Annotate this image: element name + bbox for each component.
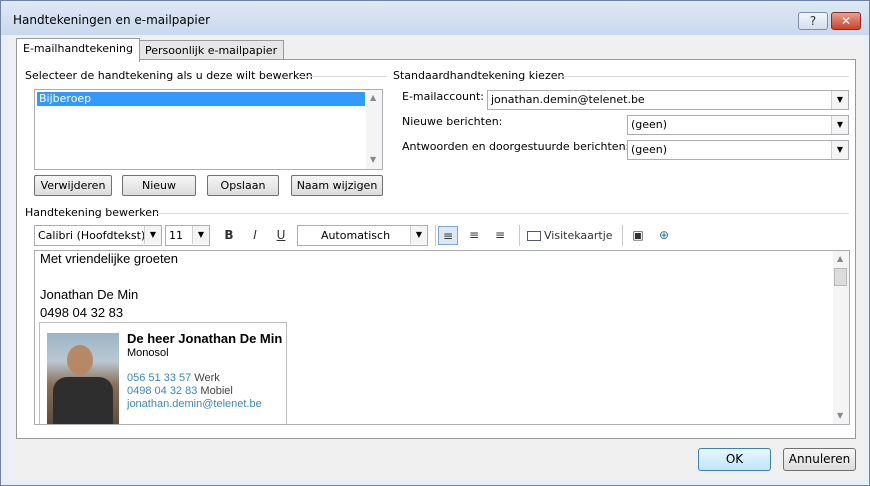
tab-email-signature-label: E-mailhandtekening xyxy=(23,42,133,55)
signature-editor[interactable]: Met vriendelijke groeten Jonathan De Min… xyxy=(34,250,850,425)
replies-select[interactable]: (geen) ▼ xyxy=(627,140,849,160)
title-bar: Handtekeningen en e-mailpapier ? ✕ xyxy=(1,1,869,35)
new-messages-label: Nieuwe berichten: xyxy=(402,115,503,128)
signature-greeting: Met vriendelijke groeten xyxy=(40,251,179,266)
new-messages-select[interactable]: (geen) ▼ xyxy=(627,115,849,135)
chevron-down-icon[interactable]: ▼ xyxy=(831,116,848,134)
card-mobile-phone: 0498 04 32 83 xyxy=(127,385,198,397)
rename-button[interactable]: Naam wijzigen xyxy=(291,175,383,196)
cancel-button[interactable]: Annuleren xyxy=(783,448,856,471)
italic-button[interactable]: I xyxy=(245,226,265,245)
card-company: Monosol xyxy=(127,347,169,359)
toolbar-separator xyxy=(519,225,520,246)
tab-email-signature[interactable]: E-mailhandtekening xyxy=(16,38,140,62)
dialog-body: E-mailhandtekening Persoonlijk e-mailpap… xyxy=(8,36,864,480)
edit-signature-label: Handtekening bewerken xyxy=(25,206,164,219)
signature-name: Jonathan De Min xyxy=(40,287,139,302)
signature-list-item[interactable]: Bijberoep xyxy=(37,92,365,106)
delete-button[interactable]: Verwijderen xyxy=(34,175,112,196)
font-select[interactable]: Calibri (Hoofdtekst) ▼ xyxy=(34,225,162,246)
font-size-select[interactable]: 11 ▼ xyxy=(165,225,210,246)
new-messages-value: (geen) xyxy=(631,118,668,131)
scroll-up-icon[interactable]: ▲ xyxy=(837,254,843,263)
business-card: De heer Jonathan De Min Monosol 056 51 3… xyxy=(39,322,287,424)
toolbar-separator xyxy=(435,225,436,246)
signature-list-scrollbar[interactable]: ▲ ▼ xyxy=(366,90,382,169)
business-card-button[interactable]: Visitekaartje xyxy=(527,226,617,245)
card-work-label: Werk xyxy=(194,372,220,384)
select-signature-label: Selecteer de handtekening als u deze wil… xyxy=(25,69,317,82)
signature-list[interactable]: Bijberoep ▲ ▼ xyxy=(34,89,383,170)
group-divider xyxy=(299,76,387,77)
photo-body xyxy=(53,377,113,424)
ok-button[interactable]: OK xyxy=(698,448,771,471)
bold-button[interactable]: B xyxy=(219,226,239,245)
new-button[interactable]: Nieuw xyxy=(122,175,196,196)
card-work-line: 056 51 33 57 Werk xyxy=(127,372,220,384)
font-size-value: 11 xyxy=(169,229,183,242)
group-divider xyxy=(157,213,849,214)
dialog-window: Handtekeningen en e-mailpapier ? ✕ E-mai… xyxy=(0,0,870,486)
align-center-icon[interactable]: ≡ xyxy=(464,226,484,245)
close-button[interactable]: ✕ xyxy=(831,12,861,30)
email-account-select[interactable]: jonathan.demin@telenet.be ▼ xyxy=(487,90,849,110)
replies-value: (geen) xyxy=(631,143,668,156)
scroll-down-icon[interactable]: ▼ xyxy=(370,155,376,164)
scroll-thumb[interactable] xyxy=(834,268,847,286)
tab-panel: Selecteer de handtekening als u deze wil… xyxy=(16,59,856,439)
group-divider xyxy=(559,76,849,77)
insert-picture-icon[interactable]: ▣ xyxy=(628,226,648,245)
font-color-value: Automatisch xyxy=(320,229,391,242)
chevron-down-icon[interactable]: ▼ xyxy=(831,91,848,109)
hyperlink-icon[interactable]: ⊕ xyxy=(654,226,674,245)
email-account-value: jonathan.demin@telenet.be xyxy=(491,93,645,106)
chevron-down-icon[interactable]: ▼ xyxy=(144,226,161,244)
card-name: De heer Jonathan De Min xyxy=(127,331,283,346)
help-button[interactable]: ? xyxy=(798,12,828,30)
chevron-down-icon[interactable]: ▼ xyxy=(192,226,209,244)
save-button[interactable]: Opslaan xyxy=(207,175,279,196)
chevron-down-icon[interactable]: ▼ xyxy=(831,141,848,159)
editor-scrollbar[interactable]: ▲ ▼ xyxy=(833,251,849,424)
photo-head xyxy=(67,345,93,375)
email-account-label: E-mailaccount: xyxy=(402,90,485,103)
font-color-select[interactable]: Automatisch ▼ xyxy=(297,225,428,246)
window-title: Handtekeningen en e-mailpapier xyxy=(13,13,211,27)
contact-photo xyxy=(47,333,119,424)
business-card-label: Visitekaartje xyxy=(544,229,613,242)
signature-phone: 0498 04 32 83 xyxy=(40,305,124,320)
business-card-icon xyxy=(527,231,541,241)
underline-button[interactable]: U xyxy=(271,226,291,245)
font-value: Calibri (Hoofdtekst) xyxy=(38,229,146,242)
scroll-up-icon[interactable]: ▲ xyxy=(370,93,376,102)
align-right-icon[interactable]: ≡ xyxy=(490,226,510,245)
card-mobile-line: 0498 04 32 83 Mobiel xyxy=(127,385,233,397)
replies-label: Antwoorden en doorgestuurde berichten: xyxy=(402,140,630,153)
default-signature-label: Standaardhandtekening kiezen xyxy=(393,69,569,82)
card-email[interactable]: jonathan.demin@telenet.be xyxy=(127,398,262,410)
tab-personal-stationery-label: Persoonlijk e-mailpapier xyxy=(145,44,278,57)
toolbar-separator xyxy=(622,225,623,246)
chevron-down-icon[interactable]: ▼ xyxy=(410,226,427,244)
card-mobile-label: Mobiel xyxy=(200,385,233,397)
card-work-phone: 056 51 33 57 xyxy=(127,372,192,384)
align-left-icon[interactable]: ≡ xyxy=(438,226,458,245)
scroll-down-icon[interactable]: ▼ xyxy=(837,411,843,420)
